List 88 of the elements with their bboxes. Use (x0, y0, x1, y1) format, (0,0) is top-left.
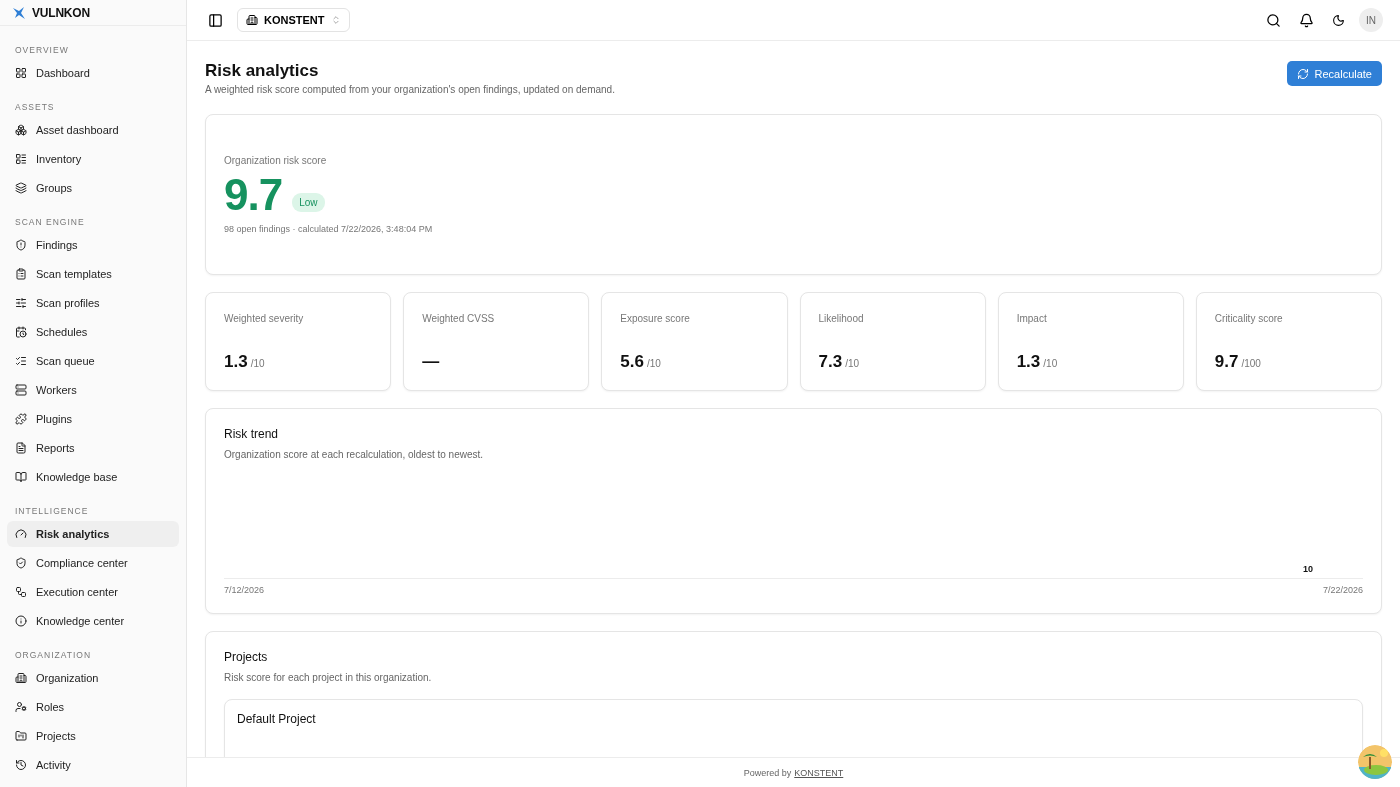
sidebar-item[interactable]: Groups (7, 175, 179, 201)
sidebar-item[interactable]: Organization (7, 665, 179, 691)
sidebar-item[interactable]: Roles (7, 694, 179, 720)
sidebar-item[interactable]: Schedules (7, 319, 179, 345)
risk-level-badge: Low (292, 192, 325, 212)
book-icon (15, 471, 27, 483)
sidebar-item[interactable]: Risk analytics (7, 521, 179, 547)
metric-unit: /100 (1241, 358, 1261, 369)
sidebar-item[interactable]: Scan queue (7, 348, 179, 374)
organization-switcher[interactable]: KONSTENT (237, 8, 350, 32)
footer-text: Powered by (743, 767, 792, 778)
sidebar-item[interactable]: Inventory (7, 146, 179, 172)
workflow-icon (15, 586, 27, 598)
building-icon (246, 14, 258, 26)
metric-label: Weighted CVSS (422, 313, 496, 324)
page-subtitle: A weighted risk score computed from your organization's open findings, updated on demand. (205, 84, 615, 95)
card-subtitle: Organization score at each recalculation, oldest to newest. (224, 449, 485, 460)
clipboard-icon (15, 268, 27, 280)
metric-value: 1.3 (1016, 352, 1041, 371)
footer-link[interactable]: KONSTENT (794, 767, 844, 778)
document-icon (15, 442, 27, 454)
card-title: Projects (224, 650, 269, 664)
score-meta: 98 open findings · calculated 7/22/2026, 3:48:04 PM (224, 224, 434, 234)
logo-icon (12, 5, 26, 20)
info-icon (15, 615, 27, 627)
metric-value: — (422, 352, 440, 371)
sidebar-item[interactable]: Knowledge base (7, 464, 179, 490)
shield-icon (15, 239, 27, 251)
metric-label: Impact (1016, 313, 1048, 324)
sidebar-item[interactable]: Findings (7, 232, 179, 258)
page-title: Risk analytics (205, 61, 320, 81)
metric-label: Weighted severity (224, 313, 305, 324)
sidebar-item[interactable]: Knowledge center (7, 608, 179, 634)
list-icon (15, 153, 27, 165)
section-title: SCAN ENGINE (14, 216, 86, 229)
sliders-icon (15, 297, 27, 309)
brand-name: VULNKON (32, 5, 90, 20)
metric-label: Exposure score (620, 313, 691, 324)
metric-unit: /10 (646, 358, 661, 369)
section-title: OVERVIEW (14, 44, 70, 57)
cubes-icon (15, 124, 27, 136)
card-subtitle: Risk score for each project in this organization. (224, 672, 433, 683)
grid-icon (15, 67, 27, 79)
layers-icon (15, 182, 27, 194)
metric-value: 7.3 (818, 352, 843, 371)
sidebar-item[interactable]: Activity (7, 752, 179, 778)
chevron-icon (330, 15, 341, 25)
risk-score: 9.7 (224, 170, 283, 220)
metric-label: Criticality score (1214, 313, 1284, 324)
building-icon (15, 672, 27, 684)
calendar-icon (15, 326, 27, 338)
metric-unit: /10 (250, 358, 265, 369)
card-title: Risk trend (224, 427, 280, 441)
axis-label: 7/12/2026 (224, 585, 265, 595)
sidebar-item[interactable]: Scan templates (7, 261, 179, 287)
user-avatar[interactable]: IN (1359, 8, 1383, 32)
metric-unit: /10 (845, 358, 860, 369)
folder-icon (15, 730, 27, 742)
metric-value: 9.7 (1214, 352, 1239, 371)
project-name: Default Project (237, 712, 317, 726)
server-icon (15, 384, 27, 396)
sidebar-item[interactable]: Plugins (7, 406, 179, 432)
shield-check-icon (15, 557, 27, 569)
user-icon (15, 701, 27, 713)
metric-value: 5.6 (620, 352, 644, 371)
section-title: ORGANIZATION (14, 649, 93, 662)
puzzle-icon (15, 413, 27, 425)
score-label: Organization risk score (224, 155, 328, 166)
sidebar-item[interactable]: Asset dashboard (7, 117, 179, 143)
refresh-icon (1296, 67, 1309, 80)
section-title: ASSETS (14, 101, 56, 114)
sidebar-item[interactable]: Workers (7, 377, 179, 403)
checklist-icon (15, 355, 27, 367)
recalculate-button[interactable]: Recalculate (1286, 61, 1382, 86)
sidebar-item[interactable]: Dashboard (7, 60, 179, 86)
section-title: INTELLIGENCE (14, 505, 90, 518)
axis-label: 7/22/2026 (1322, 585, 1363, 595)
metric-unit: /10 (1043, 358, 1058, 369)
sidebar-item[interactable]: Projects (7, 723, 179, 749)
sidebar-item[interactable]: Scan profiles (7, 290, 179, 316)
gauge-icon (15, 528, 27, 540)
metric-label: Likelihood (818, 313, 865, 324)
history-icon (15, 759, 27, 771)
sidebar-item[interactable]: Execution center (7, 579, 179, 605)
data-label: 10 (1303, 564, 1313, 574)
sidebar-item[interactable]: Reports (7, 435, 179, 461)
sidebar-item[interactable]: Compliance center (7, 550, 179, 576)
metric-value: 1.3 (224, 352, 248, 371)
